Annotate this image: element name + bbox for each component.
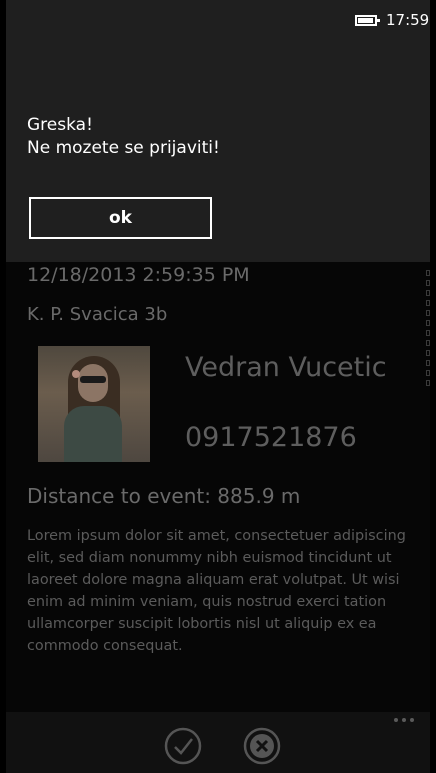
profile-photo — [38, 346, 150, 462]
ok-button[interactable]: ok — [29, 197, 212, 239]
dialog-message: Ne mozete se prijaviti! — [27, 138, 220, 158]
organizer-phone[interactable]: 0917521876 — [185, 422, 357, 453]
distance-label: Distance to event: 885.9 m — [27, 484, 301, 508]
check-icon[interactable] — [163, 726, 203, 766]
event-description: Lorem ipsum dolor sit amet, consectetuer… — [27, 528, 406, 654]
event-date: 12/18/2013 2:59:35 PM — [27, 264, 250, 286]
error-dialog: 17:59 Greska! Ne mozete se prijaviti! ok — [6, 0, 430, 262]
screen: 12/18/2013 2:59:35 PM K. P. Svacica 3b V… — [0, 0, 436, 773]
event-address: K. P. Svacica 3b — [27, 304, 168, 325]
more-icon[interactable] — [394, 718, 420, 728]
dialog-title: Greska! — [27, 115, 93, 135]
event-details: 12/18/2013 2:59:35 PM K. P. Svacica 3b V… — [6, 262, 430, 712]
scroll-indicator — [426, 270, 430, 400]
battery-icon — [355, 15, 380, 26]
close-icon[interactable] — [242, 726, 282, 766]
app-window: 12/18/2013 2:59:35 PM K. P. Svacica 3b V… — [6, 0, 430, 773]
organizer-name: Vedran Vucetic — [185, 352, 387, 383]
status-bar: 17:59 — [6, 0, 430, 32]
status-time: 17:59 — [386, 11, 430, 29]
app-bar — [6, 712, 430, 773]
